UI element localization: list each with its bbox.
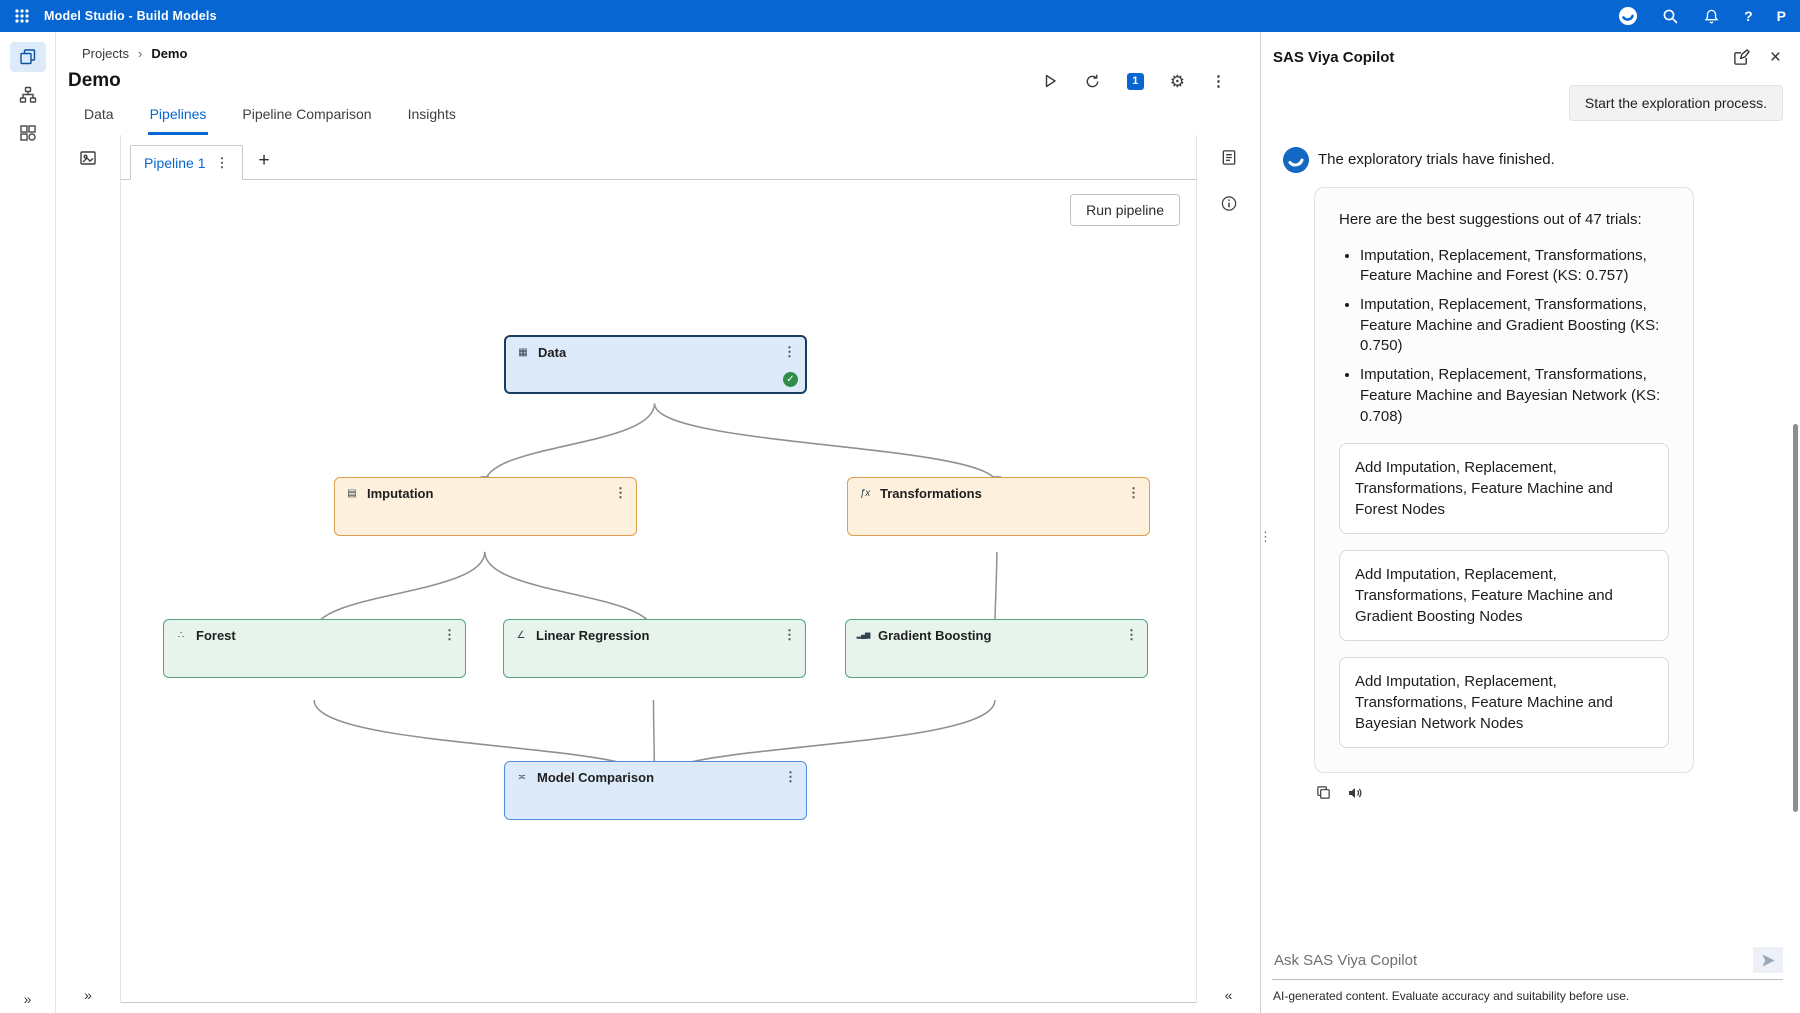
nav-data-exchange-icon[interactable]	[10, 118, 46, 148]
settings-gear-icon[interactable]: ⚙	[1170, 73, 1185, 90]
node-data[interactable]: ▦ Data ⋮ ✓	[504, 335, 807, 394]
tab-data[interactable]: Data	[82, 102, 116, 135]
pipeline-tab-label: Pipeline 1	[144, 155, 206, 171]
data-table-icon: ▦	[515, 347, 531, 358]
search-icon[interactable]	[1662, 8, 1679, 25]
pipeline-tab-menu-icon[interactable]: ⋮	[216, 155, 229, 171]
copilot-avatar-icon	[1283, 147, 1309, 173]
node-menu-icon[interactable]: ⋮	[443, 627, 456, 643]
node-linear-regression[interactable]: ∠ Linear Regression ⋮	[503, 619, 806, 678]
copilot-message: The exploratory trials have finished.	[1318, 147, 1555, 168]
panel-resize-handle[interactable]: ⋮	[1260, 530, 1272, 543]
ai-disclaimer: AI-generated content. Evaluate accuracy …	[1272, 980, 1783, 1003]
left-sidebar: »	[0, 32, 56, 1013]
breadcrumb: Projects › Demo	[56, 32, 1260, 63]
close-panel-icon[interactable]: ×	[1770, 48, 1781, 67]
pipeline-canvas[interactable]: Run pipeline ▦ Data ⋮ ✓ ▤	[121, 180, 1196, 1003]
suggestion-list: Imputation, Replacement, Transformations…	[1339, 246, 1669, 428]
add-pipeline-button[interactable]: +	[259, 151, 270, 170]
card-intro: Here are the best suggestions out of 47 …	[1339, 210, 1669, 231]
pipeline-edges	[121, 180, 1196, 1002]
forest-icon: ∴	[173, 630, 189, 641]
success-check-icon: ✓	[783, 372, 798, 387]
top-bar: Model Studio - Build Models ? P	[0, 0, 1800, 32]
node-gradient-boosting[interactable]: ▂▄▆ Gradient Boosting ⋮	[845, 619, 1148, 678]
node-menu-icon[interactable]: ⋮	[783, 627, 796, 643]
nav-pipelines-icon[interactable]	[10, 80, 46, 110]
tab-pipeline-comparison[interactable]: Pipeline Comparison	[240, 102, 373, 135]
node-menu-icon[interactable]: ⋮	[783, 344, 796, 360]
run-pipeline-button[interactable]: Run pipeline	[1070, 194, 1180, 226]
info-icon[interactable]	[1220, 195, 1237, 212]
copilot-panel: ⋮ SAS Viya Copilot × Start the explorati…	[1260, 32, 1800, 1013]
right-rail-collapse-icon[interactable]: «	[1225, 987, 1233, 1003]
tab-pipelines[interactable]: Pipelines	[148, 102, 209, 135]
suggestion-item: Imputation, Replacement, Transformations…	[1360, 295, 1669, 357]
main-tabs: Data Pipelines Pipeline Comparison Insig…	[56, 96, 1260, 135]
add-forest-nodes-button[interactable]: Add Imputation, Replacement, Transformat…	[1339, 443, 1669, 534]
copilot-input[interactable]	[1272, 951, 1745, 970]
notifications-bell-icon[interactable]	[1703, 8, 1720, 25]
user-avatar[interactable]: P	[1777, 8, 1786, 24]
breadcrumb-root[interactable]: Projects	[82, 46, 129, 61]
sas-logo-icon	[1618, 6, 1638, 26]
copy-icon[interactable]	[1316, 785, 1331, 801]
model-comparison-icon: ≍	[514, 772, 530, 783]
pipeline-tab[interactable]: Pipeline 1 ⋮	[130, 145, 243, 180]
node-model-comparison[interactable]: ≍ Model Comparison ⋮	[504, 761, 807, 820]
copilot-suggestions-card: Here are the best suggestions out of 47 …	[1314, 187, 1694, 773]
help-icon[interactable]: ?	[1744, 8, 1753, 24]
results-panel-icon[interactable]	[1220, 149, 1237, 166]
refresh-icon[interactable]	[1084, 73, 1101, 90]
left-rail-expand-icon[interactable]: »	[84, 987, 92, 1003]
send-icon[interactable]	[1753, 947, 1783, 973]
add-bayesian-network-nodes-button[interactable]: Add Imputation, Replacement, Transformat…	[1339, 657, 1669, 748]
node-menu-icon[interactable]: ⋮	[784, 769, 797, 785]
copilot-scrollbar[interactable]	[1793, 424, 1798, 812]
suggestion-item: Imputation, Replacement, Transformations…	[1360, 246, 1669, 287]
canvas-right-rail: «	[1197, 135, 1260, 1003]
linear-regression-icon: ∠	[513, 630, 529, 641]
main-area: Projects › Demo Demo 1 ⚙ ⋮	[56, 32, 1260, 1013]
imputation-icon: ▤	[344, 488, 360, 499]
node-menu-icon[interactable]: ⋮	[1127, 485, 1140, 501]
run-project-icon[interactable]	[1042, 73, 1058, 89]
transformations-fx-icon: ƒx	[857, 488, 873, 499]
node-forest[interactable]: ∴ Forest ⋮	[163, 619, 466, 678]
app-title: Model Studio - Build Models	[44, 9, 217, 23]
app-grid-icon[interactable]	[14, 8, 30, 24]
copilot-title: SAS Viya Copilot	[1273, 49, 1394, 66]
copilot-input-row	[1272, 945, 1783, 980]
status-badge[interactable]: 1	[1127, 73, 1144, 90]
project-toolbar: 1 ⚙ ⋮	[1042, 73, 1226, 90]
sidebar-expand-icon[interactable]: »	[0, 991, 55, 1007]
gradient-boosting-icon: ▂▄▆	[855, 631, 871, 639]
breadcrumb-current: Demo	[151, 46, 187, 61]
pipeline-overview-icon[interactable]	[79, 149, 97, 167]
breadcrumb-separator: ›	[138, 46, 142, 61]
new-chat-icon[interactable]	[1733, 49, 1750, 66]
nav-projects-icon[interactable]	[10, 42, 46, 72]
node-menu-icon[interactable]: ⋮	[1125, 627, 1138, 643]
canvas-left-rail: »	[56, 135, 120, 1003]
node-transformations[interactable]: ƒx Transformations ⋮	[847, 477, 1150, 536]
suggestion-item: Imputation, Replacement, Transformations…	[1360, 365, 1669, 427]
read-aloud-speaker-icon[interactable]	[1347, 785, 1363, 801]
node-imputation[interactable]: ▤ Imputation ⋮	[334, 477, 637, 536]
start-exploration-button[interactable]: Start the exploration process.	[1569, 85, 1783, 121]
add-gradient-boosting-nodes-button[interactable]: Add Imputation, Replacement, Transformat…	[1339, 550, 1669, 641]
node-menu-icon[interactable]: ⋮	[614, 485, 627, 501]
page-title: Demo	[68, 70, 121, 92]
more-options-icon[interactable]: ⋮	[1211, 74, 1226, 89]
tab-insights[interactable]: Insights	[406, 102, 458, 135]
pipeline-tab-strip: Pipeline 1 ⋮ +	[121, 135, 1196, 180]
